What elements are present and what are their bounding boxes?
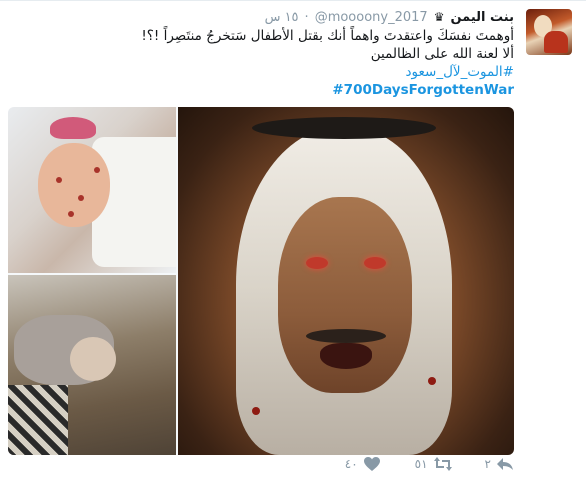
tweet-header: بنت اليمن ♛ @moooony_2017 · ١٥ س	[265, 8, 514, 26]
heart-icon	[363, 456, 381, 472]
timestamp[interactable]: ١٥ س	[265, 10, 299, 25]
author-handle[interactable]: @moooony_2017	[315, 10, 428, 25]
reply-count: ٢	[484, 457, 491, 471]
hashtag-english[interactable]: #700DaysForgottenWar	[332, 82, 514, 98]
photo-portrait[interactable]	[178, 107, 514, 455]
tweet-line-1: أوهمتَ نفسَكَ واعتقدتَ واهماً أنك بقتل ا…	[141, 28, 514, 44]
media-grid	[8, 107, 514, 455]
like-count: ٤٠	[344, 457, 358, 471]
separator: ·	[304, 9, 309, 25]
photo-child-rubble[interactable]	[8, 275, 176, 455]
reply-icon	[496, 456, 514, 472]
tweet[interactable]: بنت اليمن ♛ @moooony_2017 · ١٥ س أوهمتَ …	[0, 0, 586, 482]
retweet-icon	[433, 456, 452, 472]
reply-button[interactable]: ٢	[485, 456, 514, 472]
tweet-text: أوهمتَ نفسَكَ واعتقدتَ واهماً أنك بقتل ا…	[74, 27, 514, 99]
hashtag-arabic[interactable]: #الموت_لآل_سعود	[406, 64, 514, 80]
tweet-line-2: ألا لعنة الله على الظالمين	[370, 46, 514, 62]
action-bar: ٢ ٥١ ٤٠	[311, 453, 514, 475]
avatar[interactable]	[526, 9, 572, 55]
retweet-button[interactable]: ٥١	[414, 456, 452, 472]
like-button[interactable]: ٤٠	[345, 456, 381, 472]
photo-child-bed[interactable]	[8, 107, 176, 273]
crown-icon: ♛	[433, 10, 445, 24]
retweet-count: ٥١	[414, 457, 428, 471]
author-name[interactable]: بنت اليمن	[450, 10, 514, 25]
